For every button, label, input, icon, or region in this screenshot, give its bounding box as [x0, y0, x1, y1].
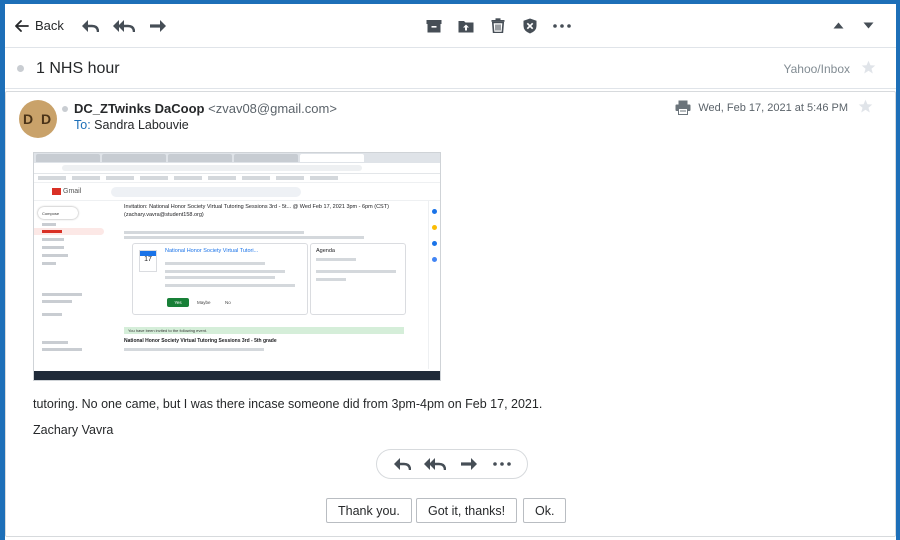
- to-label: To:: [74, 118, 91, 132]
- move-button[interactable]: [452, 12, 480, 40]
- reply-all-button[interactable]: [110, 12, 138, 40]
- folder-label[interactable]: Yahoo/Inbox: [784, 62, 851, 76]
- inline-screenshot-image[interactable]: Gmail Compose Invitation: National Honor…: [33, 152, 441, 381]
- image-browser-tabs: [34, 153, 440, 163]
- move-folder-icon: [458, 20, 474, 32]
- delete-button[interactable]: [484, 12, 512, 40]
- forward-icon: [460, 458, 477, 470]
- inline-reply-actions: [376, 449, 528, 479]
- message-signature: Zachary Vavra: [33, 423, 114, 437]
- subject-row: 1 NHS hour Yahoo/Inbox: [5, 49, 896, 89]
- reply-all-icon: [424, 458, 447, 471]
- image-event-title: National Honor Society Virtual Tutori...: [165, 248, 259, 254]
- avatar: D D: [19, 100, 57, 138]
- more-icon: [493, 462, 512, 466]
- trash-icon: [491, 18, 505, 33]
- spam-button[interactable]: [516, 12, 544, 40]
- image-windows-taskbar: [34, 371, 440, 380]
- image-event-full-title: National Honor Society Virtual Tutoring …: [124, 338, 277, 344]
- image-gmail-header: Gmail: [34, 183, 440, 201]
- window-right-border: [896, 0, 900, 540]
- message-star-icon[interactable]: [858, 99, 873, 119]
- image-gmail-right-panel: [428, 201, 440, 369]
- inline-forward-button[interactable]: [455, 452, 483, 476]
- sender-status-dot: [62, 106, 68, 112]
- archive-icon: [426, 19, 442, 32]
- shield-block-icon: [523, 18, 537, 33]
- image-address-bar: [34, 163, 440, 174]
- image-yes-button: Yes: [167, 298, 189, 307]
- quick-reply-ok-button[interactable]: Ok.: [523, 498, 567, 523]
- printer-icon: [675, 100, 691, 115]
- message-date: Wed, Feb 17, 2021 at 5:46 PM: [698, 102, 848, 114]
- message-body: tutoring. No one came, but I was there i…: [33, 397, 543, 411]
- sender-name[interactable]: DC_ZTwinks DaCoop: [74, 101, 205, 116]
- arrow-left-icon: [15, 19, 29, 32]
- image-event-card: 17 National Honor Society Virtual Tutori…: [132, 243, 308, 315]
- back-button[interactable]: Back: [15, 18, 64, 33]
- recipient-name[interactable]: Sandra Labouvie: [94, 118, 189, 132]
- sender-line[interactable]: DC_ZTwinks DaCoop <zvav08@gmail.com>: [74, 101, 337, 116]
- quick-reply-thank-you-button[interactable]: Thank you.: [326, 498, 412, 523]
- image-gmail-logo: Gmail: [52, 188, 81, 195]
- reply-icon: [393, 458, 411, 471]
- reply-button[interactable]: [76, 12, 104, 40]
- image-compose-button: Compose: [38, 207, 78, 219]
- reply-icon: [81, 19, 99, 32]
- image-bookmarks-bar: [34, 174, 440, 183]
- print-button[interactable]: [675, 100, 691, 120]
- back-label: Back: [35, 18, 64, 33]
- caret-down-icon: [863, 22, 873, 29]
- sender-email[interactable]: <zvav08@gmail.com>: [208, 101, 337, 116]
- quick-reply-got-it-button[interactable]: Got it, thanks!: [416, 498, 518, 523]
- archive-button[interactable]: [420, 12, 448, 40]
- image-calendar-icon: 17: [139, 250, 157, 272]
- next-message-button[interactable]: [854, 12, 882, 40]
- message-card: D D DC_ZTwinks DaCoop <zvav08@gmail.com>…: [5, 91, 896, 537]
- caret-up-icon: [833, 22, 843, 29]
- inline-more-button[interactable]: [488, 452, 516, 476]
- read-status-dot[interactable]: [17, 65, 24, 72]
- image-gmail-message: Invitation: National Honor Society Virtu…: [124, 203, 414, 373]
- star-icon[interactable]: [861, 60, 876, 80]
- reply-all-icon: [112, 19, 135, 32]
- previous-message-button[interactable]: [824, 12, 852, 40]
- inline-reply-button[interactable]: [388, 452, 416, 476]
- image-search-bar: [111, 186, 302, 197]
- forward-icon: [149, 19, 166, 32]
- image-gmail-sidebar: Compose: [34, 201, 106, 371]
- message-subject: 1 NHS hour: [36, 59, 120, 77]
- more-icon: [553, 23, 571, 28]
- more-button[interactable]: [548, 12, 576, 40]
- image-invitation-title: Invitation: National Honor Society Virtu…: [124, 204, 389, 218]
- message-toolbar: Back: [5, 4, 896, 48]
- recipient-line: To: Sandra Labouvie: [74, 118, 189, 132]
- forward-button[interactable]: [144, 12, 172, 40]
- image-agenda-panel: Agenda: [310, 243, 406, 315]
- image-invited-banner: You have been invited to the following e…: [124, 327, 404, 334]
- inline-reply-all-button[interactable]: [421, 452, 449, 476]
